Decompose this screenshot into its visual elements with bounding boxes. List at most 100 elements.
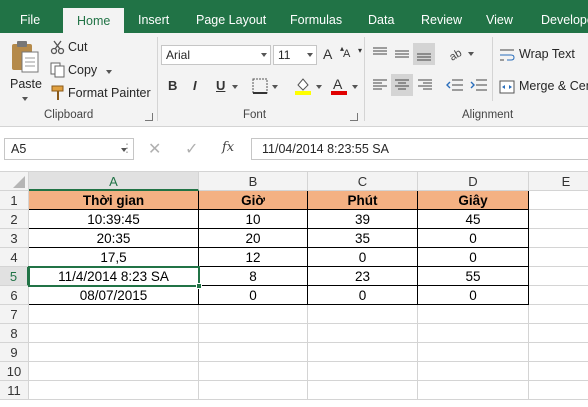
- borders-dropdown-icon[interactable]: [272, 85, 278, 89]
- cell-a1[interactable]: Thời gian: [29, 191, 199, 210]
- row-header-4[interactable]: 4: [0, 248, 29, 267]
- cell-c6[interactable]: 0: [308, 286, 418, 305]
- row-header-2[interactable]: 2: [0, 210, 29, 229]
- cell-b4[interactable]: 12: [199, 248, 308, 267]
- font-launcher-icon[interactable]: [350, 113, 358, 121]
- cell-d9[interactable]: [418, 343, 529, 362]
- cell-e7[interactable]: [529, 305, 588, 324]
- paste-button[interactable]: Paste: [6, 37, 44, 103]
- tab-file[interactable]: File: [20, 0, 40, 33]
- wrap-text-button[interactable]: Wrap Text: [498, 45, 588, 65]
- cell-b3[interactable]: 20: [199, 229, 308, 248]
- formula-input[interactable]: 11/04/2014 8:23:55 SA: [251, 138, 588, 160]
- cell-e8[interactable]: [529, 324, 588, 343]
- underline-button[interactable]: U: [216, 78, 225, 93]
- cut-button[interactable]: Cut: [48, 38, 108, 56]
- fill-color-dropdown-icon[interactable]: [316, 85, 322, 89]
- align-center-button[interactable]: [391, 74, 413, 96]
- cell-b11[interactable]: [199, 381, 308, 400]
- row-header-10[interactable]: 10: [0, 362, 29, 381]
- cell-b5[interactable]: 8: [199, 267, 308, 286]
- row-header-8[interactable]: 8: [0, 324, 29, 343]
- cell-a10[interactable]: [29, 362, 199, 381]
- row-header-6[interactable]: 6: [0, 286, 29, 305]
- paste-dropdown-icon[interactable]: [22, 97, 28, 101]
- cell-c9[interactable]: [308, 343, 418, 362]
- increase-font-size-button[interactable]: A ▴: [323, 44, 344, 64]
- cell-a9[interactable]: [29, 343, 199, 362]
- cell-a11[interactable]: [29, 381, 199, 400]
- column-header-c[interactable]: C: [308, 172, 418, 191]
- cell-b10[interactable]: [199, 362, 308, 381]
- merge-center-button[interactable]: Merge & Cen: [498, 77, 588, 97]
- cell-e11[interactable]: [529, 381, 588, 400]
- increase-indent-icon[interactable]: [470, 77, 488, 93]
- fill-handle[interactable]: [196, 283, 202, 289]
- cell-a4[interactable]: 17,5: [29, 248, 199, 267]
- cell-e6[interactable]: [529, 286, 588, 305]
- tab-review[interactable]: Review: [421, 0, 462, 33]
- font-size-dropdown-icon[interactable]: [307, 53, 313, 57]
- clipboard-launcher-icon[interactable]: [145, 113, 153, 121]
- decrease-font-size-button[interactable]: A ▾: [343, 46, 362, 66]
- tab-formulas[interactable]: Formulas: [290, 0, 342, 33]
- cell-d10[interactable]: [418, 362, 529, 381]
- cell-d2[interactable]: 45: [418, 210, 529, 229]
- cell-b7[interactable]: [199, 305, 308, 324]
- italic-button[interactable]: I: [193, 78, 197, 93]
- cell-c11[interactable]: [308, 381, 418, 400]
- cell-e4[interactable]: [529, 248, 588, 267]
- align-bottom-button[interactable]: [413, 43, 435, 65]
- cell-e2[interactable]: [529, 210, 588, 229]
- enter-formula-icon[interactable]: ✓: [185, 139, 198, 159]
- row-header-11[interactable]: 11: [0, 381, 29, 400]
- cell-d6[interactable]: 0: [418, 286, 529, 305]
- cell-a6[interactable]: 08/07/2015: [29, 286, 199, 305]
- name-box[interactable]: A5: [4, 138, 134, 160]
- cancel-formula-icon[interactable]: ✕: [148, 139, 161, 159]
- copy-dropdown-icon[interactable]: [106, 70, 112, 74]
- row-header-7[interactable]: 7: [0, 305, 29, 324]
- cell-d4[interactable]: 0: [418, 248, 529, 267]
- font-color-dropdown-icon[interactable]: [352, 85, 358, 89]
- cell-b8[interactable]: [199, 324, 308, 343]
- cell-e10[interactable]: [529, 362, 588, 381]
- align-left-icon[interactable]: [372, 77, 388, 93]
- font-name-combo[interactable]: Arial: [161, 45, 271, 65]
- tab-insert[interactable]: Insert: [138, 0, 169, 33]
- cell-c2[interactable]: 39: [308, 210, 418, 229]
- cell-b2[interactable]: 10: [199, 210, 308, 229]
- underline-dropdown-icon[interactable]: [232, 85, 238, 89]
- cell-b6[interactable]: 0: [199, 286, 308, 305]
- tab-page-layout[interactable]: Page Layout: [196, 0, 266, 33]
- cell-e1[interactable]: [529, 191, 588, 210]
- row-header-1[interactable]: 1: [0, 191, 29, 210]
- align-top-icon[interactable]: [372, 46, 388, 62]
- orientation-icon[interactable]: ab: [448, 45, 466, 63]
- cell-c4[interactable]: 0: [308, 248, 418, 267]
- borders-icon[interactable]: [252, 78, 268, 94]
- cell-c5[interactable]: 23: [308, 267, 418, 286]
- column-header-d[interactable]: D: [418, 172, 529, 191]
- fill-color-icon[interactable]: [294, 76, 312, 96]
- row-header-5[interactable]: 5: [0, 267, 29, 286]
- cell-a5[interactable]: 11/4/2014 8:23 SA: [29, 267, 199, 286]
- tab-developer[interactable]: Develope: [541, 0, 588, 33]
- align-right-icon[interactable]: [417, 77, 433, 93]
- insert-function-icon[interactable]: fx: [222, 140, 234, 155]
- decrease-indent-icon[interactable]: [446, 77, 464, 93]
- copy-button[interactable]: Copy: [48, 61, 114, 79]
- cell-e9[interactable]: [529, 343, 588, 362]
- format-painter-button[interactable]: Format Painter: [48, 84, 152, 102]
- row-header-9[interactable]: 9: [0, 343, 29, 362]
- orientation-dropdown-icon[interactable]: [468, 52, 474, 56]
- font-size-combo[interactable]: 11: [273, 45, 317, 65]
- cell-e3[interactable]: [529, 229, 588, 248]
- cell-c1[interactable]: Phút: [308, 191, 418, 210]
- column-header-a[interactable]: A: [29, 172, 199, 191]
- cell-c8[interactable]: [308, 324, 418, 343]
- tab-home[interactable]: Home: [63, 8, 125, 33]
- cell-c7[interactable]: [308, 305, 418, 324]
- cell-b1[interactable]: Giờ: [199, 191, 308, 210]
- cell-a8[interactable]: [29, 324, 199, 343]
